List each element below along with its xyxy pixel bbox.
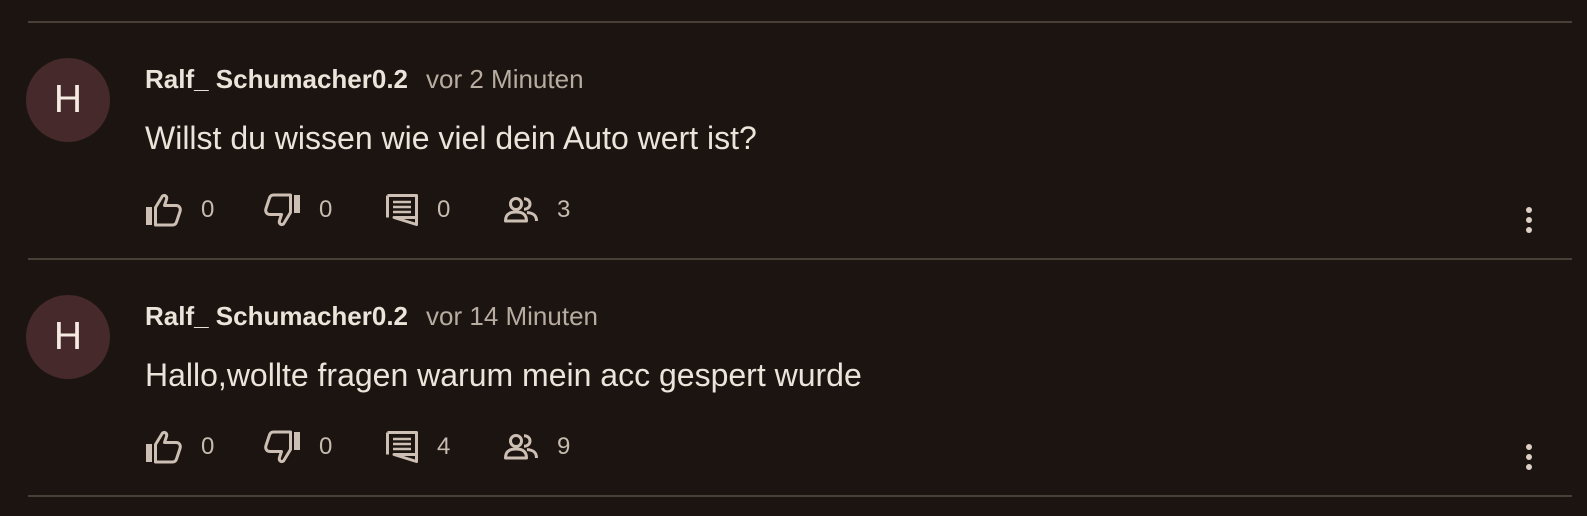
reply-count: 4 (437, 433, 451, 460)
username[interactable]: Ralf_ Schumacher0.2 (145, 64, 408, 95)
dislike-button[interactable]: 0 (263, 427, 332, 467)
more-options-button[interactable] (1511, 202, 1547, 238)
thumb-up-icon (146, 431, 182, 464)
like-button[interactable]: 0 (145, 190, 214, 230)
comment-meta: Ralf_ Schumacher0.2 vor 2 Minuten (145, 62, 584, 96)
comment-item: H Ralf_ Schumacher0.2 vor 14 Minuten Hal… (0, 259, 1587, 495)
people-icon (504, 197, 538, 223)
like-count: 0 (201, 196, 215, 223)
comment-meta: Ralf_ Schumacher0.2 vor 14 Minuten (145, 299, 598, 333)
like-count: 0 (201, 433, 215, 460)
comment-item: H Ralf_ Schumacher0.2 vor 2 Minuten Will… (0, 22, 1587, 258)
comment-icon (386, 431, 418, 463)
timestamp: vor 14 Minuten (426, 300, 598, 331)
participants-indicator[interactable]: 9 (503, 427, 570, 467)
thumb-down-icon (264, 193, 300, 226)
more-vertical-icon (1526, 207, 1532, 233)
participants-count: 3 (557, 196, 571, 223)
thumb-up-icon (146, 194, 182, 227)
people-icon (504, 434, 538, 460)
reply-button[interactable]: 0 (385, 190, 450, 230)
reply-button[interactable]: 4 (385, 427, 450, 467)
comment-icon (386, 194, 418, 226)
reply-count: 0 (437, 196, 451, 223)
participants-count: 9 (557, 433, 571, 460)
avatar[interactable]: H (26, 58, 110, 142)
dislike-count: 0 (319, 433, 333, 460)
divider (28, 495, 1572, 497)
more-vertical-icon (1526, 444, 1532, 470)
more-options-button[interactable] (1511, 439, 1547, 475)
like-button[interactable]: 0 (145, 427, 214, 467)
avatar[interactable]: H (26, 295, 110, 379)
dislike-button[interactable]: 0 (263, 190, 332, 230)
timestamp: vor 2 Minuten (426, 63, 584, 94)
participants-indicator[interactable]: 3 (503, 190, 570, 230)
comment-text: Willst du wissen wie viel dein Auto wert… (145, 120, 757, 156)
username[interactable]: Ralf_ Schumacher0.2 (145, 301, 408, 332)
thumb-down-icon (264, 430, 300, 463)
dislike-count: 0 (319, 196, 333, 223)
comment-text: Hallo,wollte fragen warum mein acc gespe… (145, 357, 862, 393)
